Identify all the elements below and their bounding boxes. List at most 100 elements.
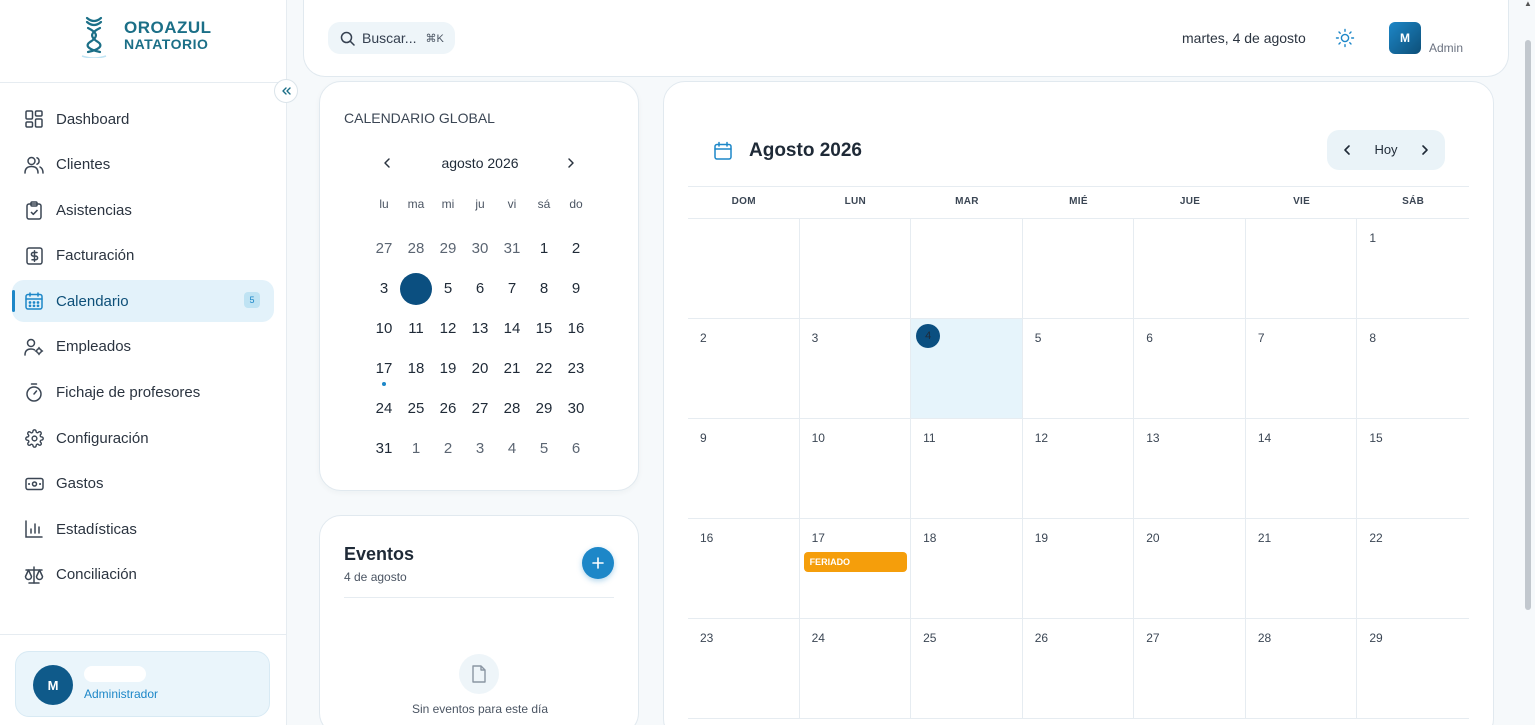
sidebar-item-fichaje-de-profesores[interactable]: Fichaje de profesores xyxy=(12,372,274,414)
mini-day[interactable]: 30 xyxy=(464,233,496,265)
day-cell[interactable]: 18 xyxy=(911,519,1023,618)
day-cell[interactable]: 11 xyxy=(911,419,1023,518)
sidebar-item-asistencias[interactable]: Asistencias xyxy=(12,189,274,231)
mini-day[interactable]: 12 xyxy=(432,313,464,345)
day-cell[interactable]: 1 xyxy=(1357,219,1469,318)
day-cell[interactable]: 2 xyxy=(688,319,800,418)
collapse-sidebar-button[interactable] xyxy=(274,79,298,103)
theme-toggle-button[interactable] xyxy=(1335,28,1355,48)
mini-day[interactable]: 21 xyxy=(496,353,528,385)
day-cell[interactable]: 12 xyxy=(1023,419,1135,518)
day-cell[interactable] xyxy=(1246,219,1358,318)
mini-day[interactable]: 15 xyxy=(528,313,560,345)
sidebar-item-facturacion[interactable]: Facturación xyxy=(12,235,274,277)
mini-day[interactable]: 2 xyxy=(432,433,464,465)
day-cell[interactable] xyxy=(911,219,1023,318)
day-cell[interactable]: 19 xyxy=(1023,519,1135,618)
day-cell[interactable]: 20 xyxy=(1134,519,1246,618)
sidebar-item-estadisticas[interactable]: Estadísticas xyxy=(12,508,274,550)
mini-day[interactable]: 4 xyxy=(496,433,528,465)
mini-day[interactable]: 13 xyxy=(464,313,496,345)
mini-prev-month-button[interactable] xyxy=(380,153,394,173)
mini-day[interactable]: 6 xyxy=(464,273,496,305)
mini-day[interactable]: 16 xyxy=(560,313,592,345)
day-cell[interactable]: 17 FERIADO xyxy=(800,519,912,618)
mini-day[interactable]: 5 xyxy=(528,433,560,465)
mini-day-selected[interactable]: 4 xyxy=(400,273,432,305)
mini-day[interactable]: 6 xyxy=(560,433,592,465)
mini-day[interactable]: 7 xyxy=(496,273,528,305)
day-cell[interactable]: 15 xyxy=(1357,419,1469,518)
mini-day[interactable]: 29 xyxy=(528,393,560,425)
add-event-button[interactable] xyxy=(582,547,614,579)
day-cell[interactable]: 13 xyxy=(1134,419,1246,518)
mini-day[interactable]: 27 xyxy=(368,233,400,265)
day-cell[interactable]: 23 xyxy=(688,619,800,718)
day-cell[interactable]: 14 xyxy=(1246,419,1358,518)
day-cell[interactable]: 9 xyxy=(688,419,800,518)
mini-day[interactable]: 20 xyxy=(464,353,496,385)
mini-day[interactable]: 31 xyxy=(368,433,400,465)
sidebar-item-configuracion[interactable]: Configuración xyxy=(12,417,274,459)
sidebar-item-dashboard[interactable]: Dashboard xyxy=(12,98,274,140)
mini-day[interactable]: 27 xyxy=(464,393,496,425)
mini-next-month-button[interactable] xyxy=(564,153,578,173)
sidebar-item-gastos[interactable]: Gastos xyxy=(12,463,274,505)
mini-day[interactable]: 28 xyxy=(400,233,432,265)
holiday-event-chip[interactable]: FERIADO xyxy=(803,552,907,572)
day-cell[interactable]: 21 xyxy=(1246,519,1358,618)
mini-day[interactable]: 25 xyxy=(400,393,432,425)
mini-day[interactable]: 5 xyxy=(432,273,464,305)
mini-day[interactable]: 3 xyxy=(368,273,400,305)
day-cell[interactable]: 25 xyxy=(911,619,1023,718)
day-cell[interactable]: 22 xyxy=(1357,519,1469,618)
day-cell[interactable] xyxy=(1023,219,1135,318)
day-cell[interactable]: 27 xyxy=(1134,619,1246,718)
day-cell[interactable]: 6 xyxy=(1134,319,1246,418)
today-button[interactable]: Hoy xyxy=(1365,142,1407,157)
mini-day[interactable]: 29 xyxy=(432,233,464,265)
sidebar-item-clientes[interactable]: Clientes xyxy=(12,144,274,186)
mini-day[interactable]: 14 xyxy=(496,313,528,345)
sidebar-item-empleados[interactable]: Empleados xyxy=(12,326,274,368)
brand-logo[interactable]: OROAZUL NATATORIO xyxy=(78,14,212,58)
mini-day[interactable]: 3 xyxy=(464,433,496,465)
mini-day[interactable]: 22 xyxy=(528,353,560,385)
day-cell[interactable]: 29 xyxy=(1357,619,1469,718)
mini-day[interactable]: 2 xyxy=(560,233,592,265)
mini-day[interactable]: 24 xyxy=(368,393,400,425)
scroll-up-arrow[interactable]: ▲ xyxy=(1524,0,1532,8)
mini-day[interactable]: 10 xyxy=(368,313,400,345)
mini-day[interactable]: 23 xyxy=(560,353,592,385)
admin-avatar[interactable]: M xyxy=(1389,22,1421,54)
mini-day[interactable]: 18 xyxy=(400,353,432,385)
user-profile-card[interactable]: M Administrador xyxy=(15,651,270,717)
mini-day[interactable]: 30 xyxy=(560,393,592,425)
day-cell[interactable] xyxy=(1134,219,1246,318)
mini-day[interactable]: 26 xyxy=(432,393,464,425)
prev-month-button[interactable] xyxy=(1339,140,1355,160)
day-cell-today[interactable]: 4 xyxy=(911,319,1023,418)
mini-day[interactable]: 31 xyxy=(496,233,528,265)
mini-day[interactable]: 11 xyxy=(400,313,432,345)
day-cell[interactable]: 26 xyxy=(1023,619,1135,718)
mini-day[interactable]: 28 xyxy=(496,393,528,425)
day-cell[interactable] xyxy=(800,219,912,318)
mini-day[interactable]: 1 xyxy=(400,433,432,465)
mini-day[interactable]: 1 xyxy=(528,233,560,265)
day-cell[interactable]: 7 xyxy=(1246,319,1358,418)
mini-day[interactable]: 17 xyxy=(368,353,400,386)
search-button[interactable]: Buscar... ⌘K xyxy=(328,22,455,54)
day-cell[interactable]: 5 xyxy=(1023,319,1135,418)
day-cell[interactable]: 24 xyxy=(800,619,912,718)
sidebar-item-calendario[interactable]: Calendario 5 xyxy=(12,280,274,323)
sidebar-item-conciliacion[interactable]: Conciliación xyxy=(12,554,274,596)
day-cell[interactable] xyxy=(688,219,800,318)
day-cell[interactable]: 10 xyxy=(800,419,912,518)
mini-day[interactable]: 8 xyxy=(528,273,560,305)
mini-day[interactable]: 19 xyxy=(432,353,464,385)
day-cell[interactable]: 28 xyxy=(1246,619,1358,718)
next-month-button[interactable] xyxy=(1417,140,1433,160)
day-cell[interactable]: 8 xyxy=(1357,319,1469,418)
day-cell[interactable]: 3 xyxy=(800,319,912,418)
